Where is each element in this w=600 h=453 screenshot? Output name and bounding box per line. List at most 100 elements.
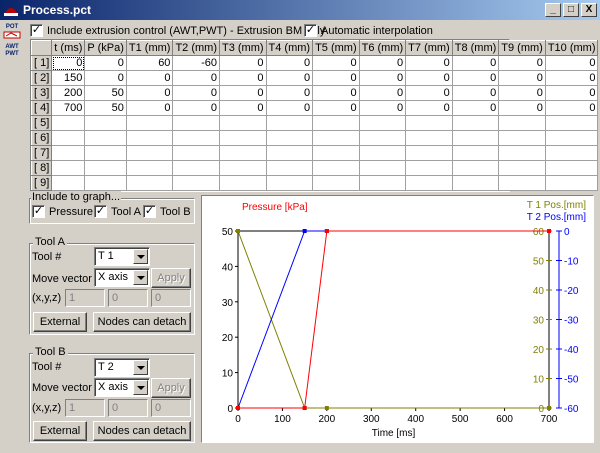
table-cell[interactable] (312, 175, 360, 191)
table-cell[interactable] (544, 145, 599, 161)
row-header[interactable]: [ 7] (30, 145, 53, 161)
table-cell[interactable] (218, 145, 267, 161)
table-cell[interactable] (358, 145, 407, 161)
table-cell[interactable] (451, 115, 500, 131)
table-cell[interactable] (498, 175, 546, 191)
table-row[interactable]: [ 1] 0 0 60 -60 0 0 0 0 0 0 0 0 (30, 55, 599, 71)
table-cell[interactable]: 0 (358, 100, 407, 116)
tool-b-apply-button[interactable]: Apply (151, 378, 191, 398)
table-cell[interactable]: 0 (498, 85, 546, 101)
table-cell[interactable]: 0 (544, 55, 599, 71)
table-cell[interactable]: 0 (405, 100, 453, 116)
table-cell[interactable]: 0 (125, 100, 174, 116)
table-cell[interactable]: 0 (125, 85, 174, 101)
table-cell[interactable] (544, 130, 599, 146)
table-cell[interactable]: 50 (84, 100, 127, 116)
table-cell[interactable] (544, 175, 599, 191)
process-table[interactable]: t (ms) P (kPa) T1 (mm) T2 (mm) T3 (mm) T4 (mm… (30, 39, 599, 192)
column-header[interactable]: T8 (mm) (451, 40, 500, 56)
table-cell[interactable] (84, 175, 127, 191)
table-cell[interactable] (125, 130, 174, 146)
table-row[interactable]: [ 2] 150 0 0 0 0 0 0 0 0 0 0 0 (30, 70, 599, 86)
table-cell[interactable] (125, 160, 174, 176)
table-cell[interactable] (405, 160, 453, 176)
row-header[interactable]: [ 2] (30, 70, 53, 86)
table-cell[interactable] (218, 175, 267, 191)
table-cell[interactable] (218, 160, 267, 176)
minimize-button[interactable]: _ (545, 3, 561, 17)
tool-a-z-field[interactable]: 0 (151, 289, 191, 307)
table-cell[interactable] (265, 175, 314, 191)
auto-interpolation-checkbox[interactable]: ✓ Automatic interpolation (304, 24, 433, 37)
table-cell[interactable] (51, 115, 86, 131)
table-cell[interactable] (312, 115, 360, 131)
table-row[interactable]: [ 6] (30, 130, 599, 146)
chevron-down-icon[interactable] (133, 270, 148, 285)
table-cell[interactable]: 0 (172, 70, 220, 86)
row-header[interactable]: [ 3] (30, 85, 53, 101)
table-cell[interactable]: 0 (405, 55, 453, 71)
table-cell[interactable] (358, 160, 407, 176)
table-row[interactable]: [ 3] 200 50 0 0 0 0 0 0 0 0 0 0 (30, 85, 599, 101)
pot-tool-icon[interactable]: POT (3, 24, 21, 42)
tool-a-x-field[interactable]: 1 (65, 289, 105, 307)
pressure-graph-checkbox[interactable]: ✓ Pressure (32, 205, 93, 218)
table-cell[interactable]: 0 (451, 85, 500, 101)
column-header[interactable]: T2 (mm) (172, 40, 220, 56)
table-cell[interactable] (265, 130, 314, 146)
table-cell[interactable]: 150 (51, 70, 86, 86)
table-cell[interactable]: 0 (405, 70, 453, 86)
tool-a-move-select[interactable]: X axis (94, 268, 150, 287)
table-cell[interactable] (405, 145, 453, 161)
table-cell[interactable]: 700 (51, 100, 86, 116)
row-header[interactable]: [ 8] (30, 160, 53, 176)
tool-b-external-button[interactable]: External (33, 421, 87, 441)
table-row[interactable]: [ 8] (30, 160, 599, 176)
table-cell[interactable]: 0 (405, 85, 453, 101)
table-cell[interactable]: 0 (218, 85, 267, 101)
table-cell[interactable] (405, 115, 453, 131)
tool-b-z-field[interactable]: 0 (151, 399, 191, 417)
table-cell[interactable] (358, 115, 407, 131)
tool-b-x-field[interactable]: 1 (65, 399, 105, 417)
table-cell[interactable] (51, 175, 86, 191)
table-cell[interactable] (265, 160, 314, 176)
table-cell[interactable]: 0 (218, 70, 267, 86)
tool-b-detach-button[interactable]: Nodes can detach (93, 421, 191, 441)
table-cell[interactable]: 0 (218, 100, 267, 116)
table-cell[interactable]: 0 (358, 70, 407, 86)
tool-a-tool-select[interactable]: T 1 (94, 247, 150, 266)
row-header[interactable]: [ 1] (30, 55, 53, 71)
table-cell[interactable] (405, 130, 453, 146)
table-cell[interactable]: 0 (218, 55, 267, 71)
table-cell[interactable] (51, 160, 86, 176)
table-cell[interactable] (451, 130, 500, 146)
table-cell[interactable] (125, 145, 174, 161)
table-cell[interactable]: 0 (312, 85, 360, 101)
column-header[interactable]: T1 (mm) (125, 40, 174, 56)
column-header[interactable]: t (ms) (51, 40, 86, 56)
table-row[interactable]: [ 4] 700 50 0 0 0 0 0 0 0 0 0 0 (30, 100, 599, 116)
table-cell[interactable]: 0 (544, 70, 599, 86)
table-row[interactable]: [ 7] (30, 145, 599, 161)
table-cell[interactable] (172, 145, 220, 161)
table-cell[interactable] (265, 145, 314, 161)
tool-a-external-button[interactable]: External (33, 312, 87, 332)
table-cell[interactable]: 0 (265, 70, 314, 86)
table-cell[interactable] (451, 175, 500, 191)
table-cell[interactable]: 0 (451, 70, 500, 86)
table-row[interactable]: [ 5] (30, 115, 599, 131)
table-cell[interactable]: 0 (84, 55, 127, 71)
table-cell[interactable] (312, 160, 360, 176)
awt-pwt-tool-icon[interactable]: AWT PWT (3, 44, 21, 62)
column-header[interactable]: T6 (mm) (358, 40, 407, 56)
table-cell[interactable] (405, 175, 453, 191)
chevron-down-icon[interactable] (133, 360, 148, 375)
table-cell[interactable]: 0 (498, 100, 546, 116)
table-cell[interactable] (498, 130, 546, 146)
table-cell[interactable] (312, 130, 360, 146)
column-header[interactable]: T3 (mm) (218, 40, 267, 56)
table-cell[interactable] (218, 130, 267, 146)
table-cell[interactable] (498, 160, 546, 176)
close-button[interactable]: X (581, 3, 597, 17)
